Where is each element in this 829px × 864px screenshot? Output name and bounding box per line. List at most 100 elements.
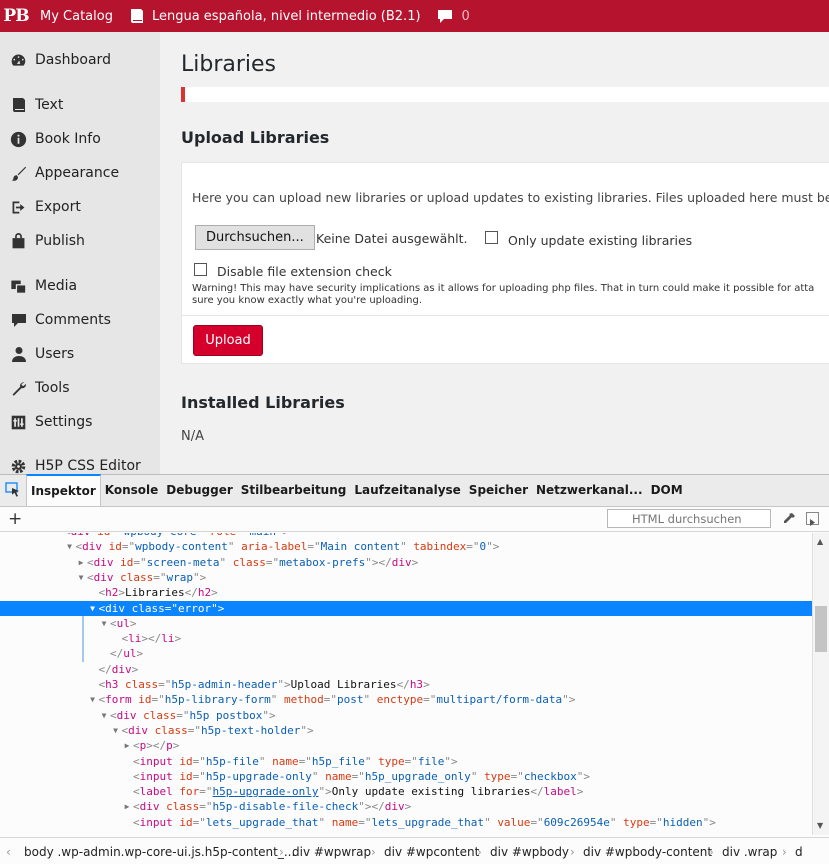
markup-node[interactable]: <form id="h5p-library-form" method="post… [0,692,812,707]
markup-token: 609c26954e [543,815,610,829]
tab-netzwerkanal[interactable]: Netzwerkanal... [532,474,647,506]
tab-laufzeitanalyse[interactable]: Laufzeitanalyse [350,474,464,506]
sidebar-item-book-info[interactable]: Book Info [0,124,160,154]
scroll-down-icon[interactable]: ▼ [817,821,823,830]
upload-button[interactable]: Upload [193,325,263,356]
expand-arrow-icon[interactable] [122,799,132,814]
disable-file-check-label[interactable]: Disable file extension check [217,264,392,279]
browse-file-button[interactable]: Durchsuchen... [195,225,315,250]
breadcrumb-item[interactable]: div #wpcontent [384,845,479,859]
markup-token: =" [110,533,123,538]
markup-token: =" [323,693,337,707]
markup-node[interactable]: <h2>Libraries</h2> [0,585,812,600]
sidebar-item-users[interactable]: Users [0,339,160,369]
markup-node[interactable]: <div class="h5p-disable-file-check"></di… [0,799,812,814]
my-catalog-link[interactable]: My Catalog [32,0,121,32]
breadcrumb-item[interactable]: d [795,845,803,859]
tab-speicher[interactable]: Speicher [465,474,532,506]
collapse-arrow-icon[interactable] [65,539,75,554]
scroll-up-icon[interactable]: ▲ [817,537,823,546]
tab-inspektor[interactable]: Inspektor [26,474,101,506]
markup-node[interactable]: <p></p> [0,738,812,753]
markup-node-text: <div class="error"> [99,601,225,616]
breadcrumb-item[interactable]: div #wpbody-content [583,845,712,859]
eyedropper-icon[interactable] [782,512,796,526]
markup-node-selected[interactable]: <div class="error"> [0,600,812,616]
markup-token: > [576,785,584,799]
tab-dom[interactable]: DOM [647,474,687,506]
markup-token: for [179,785,200,799]
markup-node[interactable]: <div class="wrap"> [0,570,812,585]
collapse-arrow-icon[interactable] [111,723,121,738]
sidebar-item-media[interactable]: Media [0,271,160,301]
markup-node-text: <div id="wpbody-content" aria-label="Mai… [76,539,500,554]
collapse-arrow-icon[interactable] [99,708,109,723]
markup-node[interactable]: <ul> [0,616,812,631]
markup-node[interactable]: <div class="h5p-text-holder"> [0,723,812,738]
element-picker-button[interactable] [0,474,26,506]
breadcrumb-item[interactable]: div #wpwrap [292,845,371,859]
markup-node[interactable]: <label for="h5p-upgrade-only">Only updat… [0,784,812,799]
markup-token: < [87,570,94,584]
markup-token: " [227,540,242,554]
play-icon [810,519,815,526]
markup-node[interactable]: <input id="h5p-upgrade-only" name="h5p_u… [0,769,812,784]
sidebar-label-export: Export [35,199,81,215]
collapse-arrow-icon[interactable] [88,601,98,616]
markup-node[interactable]: <div id="wpbody-core" role="main"> [0,533,812,539]
tab-debugger[interactable]: Debugger [162,474,236,506]
sidebar-item-tools[interactable]: Tools [0,373,160,403]
sidebar-item-export[interactable]: Export [0,192,160,222]
markup-token: > [136,647,144,661]
markup-token: =" [466,540,480,554]
only-update-label[interactable]: Only update existing libraries [508,233,692,248]
toggle-sidebar-button[interactable] [806,512,819,526]
add-node-icon[interactable]: + [8,508,22,530]
disable-file-check-checkbox[interactable] [194,263,207,276]
breadcrumb-item[interactable]: div #wpbody [490,845,569,859]
markup-node-text: <label for="h5p-upgrade-only">Only updat… [133,784,583,799]
collapse-arrow-icon[interactable] [99,616,109,631]
markup-node[interactable]: </div> [0,662,812,677]
markup-node[interactable]: </ul> [0,646,812,661]
markup-node[interactable]: <li></li> [0,631,812,646]
sidebar-item-comments[interactable]: Comments [0,305,160,335]
markup-node[interactable]: <h3 class="h5p-admin-header">Upload Libr… [0,677,812,692]
markup-token: tabindex [413,540,467,554]
sidebar-item-dashboard[interactable]: Dashboard [0,45,160,75]
markup-token: post [336,693,364,707]
collapse-arrow-icon[interactable] [88,692,98,707]
html-search-input[interactable] [607,509,771,528]
markup-node[interactable]: <input id="lets_upgrade_that" name="lets… [0,815,812,830]
sidebar-item-text[interactable]: Text [0,90,160,120]
markup-token: =" [649,815,663,829]
expand-arrow-icon[interactable] [76,555,86,570]
only-update-checkbox[interactable] [485,231,498,244]
tab-konsole[interactable]: Konsole [101,474,163,506]
markup-node[interactable]: <div id="wpbody-content" aria-label="Mai… [0,539,812,554]
markup-token: id [108,540,122,554]
markup-token: role [210,533,237,538]
breadcrumb-item[interactable]: body .wp-admin.wp-core-ui.js.h5p-content… [24,845,295,859]
markup-token: =" [236,533,249,538]
markup-token: </ [396,678,410,691]
markup-token: < [133,815,140,829]
markup-token: " [400,540,414,554]
pressbooks-logo[interactable]: PB [0,0,32,32]
markup-node[interactable]: <input id="h5p-file" name="h5p_file" typ… [0,754,812,769]
collapse-arrow-icon[interactable] [76,570,86,585]
markup-token: =" [358,815,372,829]
book-title-link[interactable]: Lengua española, nivel intermedio (B2.1) [121,0,429,32]
sidebar-item-appearance[interactable]: Appearance [0,158,160,188]
markup-node[interactable]: <div id="screen-meta" class="metabox-pre… [0,555,812,570]
sidebar-item-publish[interactable]: Publish [0,226,160,256]
markup-node[interactable]: <div class="h5p postbox"> [0,708,812,723]
expand-arrow-icon[interactable] [122,738,132,753]
scrollbar-thumb[interactable] [815,606,827,652]
tab-stilbearbeitung[interactable]: Stilbearbeitung [237,474,351,506]
breadcrumb-item[interactable]: div .wrap [722,845,777,859]
markup-token: =" [158,678,172,691]
sidebar-item-settings[interactable]: Settings [0,407,160,437]
comments-link[interactable]: 0 [429,0,478,32]
markup-scrollbar[interactable]: ▲ ▼ [812,533,829,835]
